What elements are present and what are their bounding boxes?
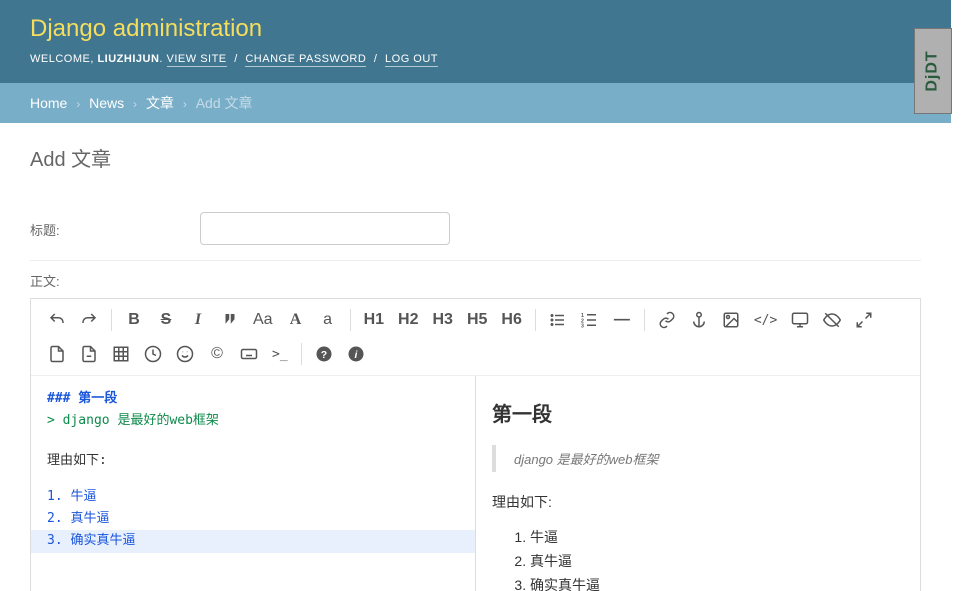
undo-icon[interactable]: [41, 305, 73, 335]
breadcrumb-home[interactable]: Home: [30, 95, 67, 111]
link-icon[interactable]: [651, 305, 683, 335]
ol-icon[interactable]: 123: [574, 305, 606, 335]
italic-icon[interactable]: I: [182, 305, 214, 335]
h3-icon[interactable]: H3: [425, 305, 459, 335]
content: Add 文章 标题: 正文: B S I Aa A a H1 H2 H3 H: [0, 123, 951, 591]
h6-icon[interactable]: H6: [494, 305, 528, 335]
markdown-source-pane[interactable]: ### 第一段 > django 是最好的web框架 理由如下: 1. 牛逼 2…: [31, 376, 476, 591]
h1-icon[interactable]: H1: [357, 305, 391, 335]
hr-icon[interactable]: —: [606, 305, 638, 335]
breadcrumb-model[interactable]: 文章: [146, 95, 174, 111]
redo-icon[interactable]: [73, 305, 105, 335]
user-links: WELCOME, LIUZHIJUN. VIEW SITE / CHANGE P…: [30, 53, 921, 65]
body-label: 正文:: [30, 266, 60, 289]
title-label: 标题:: [30, 212, 200, 239]
upload2-icon[interactable]: [73, 339, 105, 369]
page-title: Add 文章: [30, 143, 921, 172]
hide-preview-icon[interactable]: [816, 305, 848, 335]
editor-body: ### 第一段 > django 是最好的web框架 理由如下: 1. 牛逼 2…: [31, 376, 920, 591]
field-title: 标题:: [30, 202, 921, 261]
copyright-icon[interactable]: ©: [201, 339, 233, 369]
h2-icon[interactable]: H2: [391, 305, 425, 335]
markdown-editor: B S I Aa A a H1 H2 H3 H5 H6 123 —: [30, 298, 921, 591]
code-icon[interactable]: </>: [747, 305, 784, 335]
preview-quote: django 是最好的web框架: [492, 445, 904, 472]
h5-icon[interactable]: H5: [460, 305, 494, 335]
bold-icon[interactable]: B: [118, 305, 150, 335]
anchor-icon[interactable]: [683, 305, 715, 335]
admin-header: Django administration WELCOME, LIUZHIJUN…: [0, 0, 951, 83]
upload1-icon[interactable]: [41, 339, 73, 369]
editor-toolbar: B S I Aa A a H1 H2 H3 H5 H6 123 —: [31, 299, 920, 376]
screen-icon[interactable]: [784, 305, 816, 335]
terminal-icon[interactable]: >_: [265, 339, 295, 369]
change-password-link[interactable]: CHANGE PASSWORD: [245, 53, 366, 67]
info-icon[interactable]: i: [340, 339, 372, 369]
case-icon[interactable]: Aa: [246, 305, 280, 335]
django-debug-toolbar-handle[interactable]: DjDT: [914, 28, 952, 114]
alt-font-icon[interactable]: a: [312, 305, 344, 335]
expand-icon[interactable]: [848, 305, 880, 335]
site-title: Django administration: [30, 15, 921, 43]
strike-icon[interactable]: S: [150, 305, 182, 335]
clock-icon[interactable]: [137, 339, 169, 369]
username: LIUZHIJUN: [97, 53, 159, 65]
help-icon[interactable]: ?: [308, 339, 340, 369]
svg-text:?: ?: [320, 349, 326, 361]
keyboard-icon[interactable]: [233, 339, 265, 369]
title-input[interactable]: [200, 212, 450, 245]
svg-text:3: 3: [581, 324, 584, 330]
font-icon[interactable]: A: [280, 305, 312, 335]
markdown-preview-pane: 第一段 django 是最好的web框架 理由如下: 牛逼 真牛逼 确实真牛逼: [476, 376, 920, 591]
emoji-icon[interactable]: [169, 339, 201, 369]
preview-list: 牛逼 真牛逼 确实真牛逼: [492, 526, 904, 591]
breadcrumb: Home › News › 文章 › Add 文章: [0, 83, 951, 123]
breadcrumb-app[interactable]: News: [89, 95, 124, 111]
breadcrumb-current: Add 文章: [196, 95, 253, 111]
view-site-link[interactable]: VIEW SITE: [167, 53, 227, 67]
preview-heading: 第一段: [492, 398, 904, 427]
quote-icon[interactable]: [214, 305, 246, 335]
logout-link[interactable]: LOG OUT: [385, 53, 438, 67]
table-icon[interactable]: [105, 339, 137, 369]
ul-icon[interactable]: [542, 305, 574, 335]
image-icon[interactable]: [715, 305, 747, 335]
